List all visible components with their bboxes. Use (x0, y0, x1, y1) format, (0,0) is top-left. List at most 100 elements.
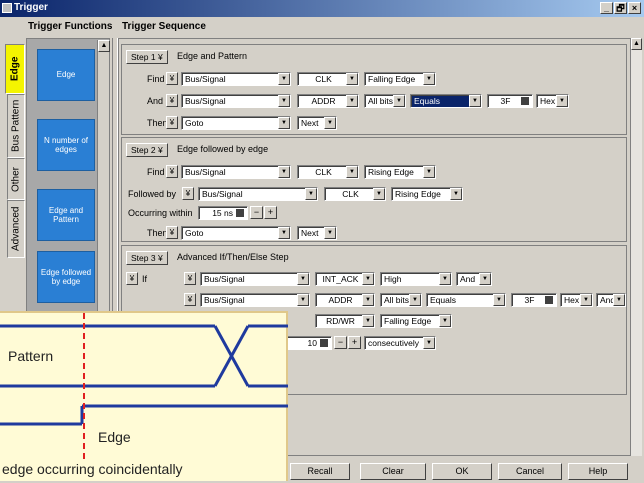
sequence-scrollbar[interactable]: ▲ (630, 38, 642, 456)
function-edge-button[interactable]: Edge (37, 49, 95, 101)
increment-button[interactable]: + (264, 206, 277, 219)
scroll-up-icon[interactable]: ▲ (631, 38, 642, 50)
signal-select[interactable]: CLK ▼ (324, 187, 386, 201)
edge-select[interactable]: Falling Edge ▼ (364, 72, 436, 86)
dropdown-arrow-icon[interactable]: ▼ (362, 273, 374, 285)
chevron-down-icon[interactable]: ¥ (166, 226, 178, 239)
dropdown-arrow-icon[interactable]: ▼ (346, 73, 358, 85)
tab-other[interactable]: Other (7, 158, 25, 200)
calculator-icon[interactable] (320, 339, 328, 347)
dropdown-arrow-icon[interactable]: ▼ (278, 95, 290, 107)
signal-select[interactable]: RD/WR ▼ (315, 314, 375, 328)
dropdown-arrow-icon[interactable]: ▼ (479, 273, 491, 285)
edge-select[interactable]: Falling Edge ▼ (380, 314, 452, 328)
action-select[interactable]: Goto ▼ (181, 116, 291, 130)
chevron-down-icon[interactable]: ¥ (184, 293, 196, 306)
dropdown-arrow-icon[interactable]: ▼ (393, 95, 405, 107)
dropdown-arrow-icon[interactable]: ▼ (556, 95, 568, 107)
dropdown-arrow-icon[interactable]: ▼ (297, 294, 309, 306)
dropdown-arrow-icon[interactable]: ▼ (278, 73, 290, 85)
radix-select[interactable]: Hex ▼ (560, 293, 593, 307)
source-select[interactable]: Bus/Signal ▼ (200, 272, 310, 286)
chevron-down-icon[interactable]: ¥ (166, 165, 178, 178)
dropdown-arrow-icon[interactable]: ▼ (278, 166, 290, 178)
dropdown-arrow-icon[interactable]: ▼ (305, 188, 317, 200)
value-input[interactable]: 3F (511, 293, 557, 307)
bits-select[interactable]: All bits ▼ (364, 94, 406, 108)
decrement-button[interactable]: − (334, 336, 347, 349)
dropdown-arrow-icon[interactable]: ▼ (580, 294, 592, 306)
restore-button[interactable]: 🗗 (614, 2, 627, 14)
dropdown-arrow-icon[interactable]: ▼ (423, 337, 435, 349)
operator-select[interactable]: Equals ▼ (426, 293, 506, 307)
tab-bus-pattern[interactable]: Bus Pattern (7, 94, 25, 158)
dropdown-arrow-icon[interactable]: ▼ (324, 227, 336, 239)
dropdown-arrow-icon[interactable]: ▼ (373, 188, 385, 200)
source-select[interactable]: Bus/Signal ▼ (181, 72, 291, 86)
increment-button[interactable]: + (348, 336, 361, 349)
function-edge-and-pattern-button[interactable]: Edge and Pattern (37, 189, 95, 241)
dropdown-arrow-icon[interactable]: ▼ (362, 315, 374, 327)
dropdown-arrow-icon[interactable]: ▼ (469, 95, 481, 107)
minimize-button[interactable]: _ (600, 2, 613, 14)
logic-select[interactable]: And ▼ (456, 272, 492, 286)
ok-button[interactable]: OK (432, 463, 492, 480)
target-select[interactable]: Next ▼ (297, 116, 337, 130)
signal-select[interactable]: ADDR ▼ (315, 293, 375, 307)
help-button[interactable]: Help (568, 463, 628, 480)
chevron-down-icon[interactable]: ¥ (184, 272, 196, 285)
count-input[interactable]: 10 (282, 336, 332, 350)
functions-scrollbar[interactable]: ▲ (97, 40, 110, 330)
signal-select[interactable]: CLK ▼ (297, 165, 359, 179)
chevron-down-icon[interactable]: ¥ (166, 72, 178, 85)
scroll-up-icon[interactable]: ▲ (98, 40, 110, 52)
dropdown-arrow-icon[interactable]: ▼ (362, 294, 374, 306)
dropdown-arrow-icon[interactable]: ▼ (423, 73, 435, 85)
chevron-down-icon[interactable]: ¥ (166, 94, 178, 107)
chevron-down-icon[interactable]: ¥ (182, 187, 194, 200)
step-2-button[interactable]: Step 2 ¥ (126, 143, 168, 157)
step-1-button[interactable]: Step 1 ¥ (126, 50, 168, 64)
clear-button[interactable]: Clear (360, 463, 426, 480)
action-select[interactable]: Goto ▼ (181, 226, 291, 240)
dropdown-arrow-icon[interactable]: ▼ (423, 166, 435, 178)
radix-select[interactable]: Hex ▼ (536, 94, 569, 108)
dropdown-arrow-icon[interactable]: ▼ (439, 273, 451, 285)
calculator-icon[interactable] (236, 209, 244, 217)
signal-select[interactable]: CLK ▼ (297, 72, 359, 86)
calculator-icon[interactable] (521, 97, 529, 105)
dropdown-arrow-icon[interactable]: ▼ (346, 95, 358, 107)
dropdown-arrow-icon[interactable]: ▼ (278, 227, 290, 239)
dropdown-arrow-icon[interactable]: ▼ (278, 117, 290, 129)
level-select[interactable]: High ▼ (380, 272, 452, 286)
tab-edge[interactable]: Edge (5, 44, 25, 94)
cancel-button[interactable]: Cancel (498, 463, 562, 480)
dropdown-arrow-icon[interactable]: ▼ (346, 166, 358, 178)
close-button[interactable]: × (628, 2, 641, 14)
function-n-edges-button[interactable]: N number of edges (37, 119, 95, 171)
duration-input[interactable]: 15 ns (198, 206, 248, 220)
logic-select[interactable]: And ▼ (596, 293, 626, 307)
target-select[interactable]: Next ▼ (297, 226, 337, 240)
mode-select[interactable]: consecutively ▼ (364, 336, 436, 350)
dropdown-arrow-icon[interactable]: ▼ (613, 294, 625, 306)
source-select[interactable]: Bus/Signal ▼ (181, 94, 291, 108)
source-select[interactable]: Bus/Signal ▼ (200, 293, 310, 307)
dropdown-arrow-icon[interactable]: ▼ (439, 315, 451, 327)
signal-select[interactable]: INT_ACK ▼ (315, 272, 375, 286)
dropdown-arrow-icon[interactable]: ▼ (493, 294, 505, 306)
chevron-down-icon[interactable]: ¥ (126, 272, 138, 285)
source-select[interactable]: Bus/Signal ▼ (181, 165, 291, 179)
dropdown-arrow-icon[interactable]: ▼ (324, 117, 336, 129)
dropdown-arrow-icon[interactable]: ▼ (450, 188, 462, 200)
edge-select[interactable]: Rising Edge ▼ (364, 165, 436, 179)
chevron-down-icon[interactable]: ¥ (166, 116, 178, 129)
calculator-icon[interactable] (545, 296, 553, 304)
source-select[interactable]: Bus/Signal ▼ (198, 187, 318, 201)
operator-select[interactable]: Equals ▼ (410, 94, 482, 108)
signal-select[interactable]: ADDR ▼ (297, 94, 359, 108)
value-input[interactable]: 3F (487, 94, 533, 108)
dropdown-arrow-icon[interactable]: ▼ (297, 273, 309, 285)
recall-button[interactable]: Recall (290, 463, 350, 480)
edge-select[interactable]: Rising Edge ▼ (391, 187, 463, 201)
